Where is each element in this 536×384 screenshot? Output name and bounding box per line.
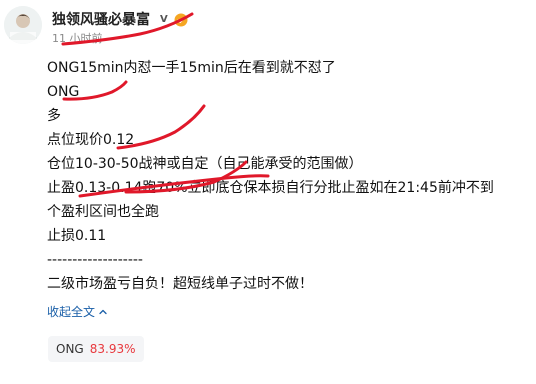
avatar-icon (4, 6, 42, 44)
ticker-tag[interactable]: ONG 83.93% (48, 336, 144, 362)
ticker-symbol: ONG (56, 342, 84, 356)
post-line: ONG15min内怼一手15min后在看到就不怼了 (47, 60, 336, 76)
avatar[interactable] (4, 6, 42, 44)
ticker-change: 83.93% (89, 342, 136, 356)
post-line: 多 (47, 108, 61, 124)
verified-badge-icon (174, 12, 188, 27)
post-card: 独领风骚必暴富 V 11 小时前 ONG15min内怼一手15min后在看到就不… (0, 0, 536, 384)
post-line: 止盈0.13-0.14跑70%立即底仓保本损自行分批止盈如在21:45前冲不到 (47, 180, 494, 196)
post-line: 个盈利区间也全跑 (47, 204, 159, 220)
post-line: 二级市场盈亏自负！超短线单子过时不做！ (47, 276, 313, 292)
post-line: 仓位10-30-50战神或自定（自己能承受的范围做） (47, 156, 363, 172)
post-line: ONG (47, 84, 80, 100)
author-name[interactable]: 独领风骚必暴富 (52, 9, 150, 29)
post-line: ------------------- (47, 252, 143, 268)
level-badge: V (160, 13, 168, 25)
timestamp: 11 小时前 (52, 32, 103, 45)
collapse-button[interactable]: 收起全文 (47, 303, 108, 320)
post-line: 点位现价0.12 (47, 132, 135, 148)
author-row: 独领风骚必暴富 V (52, 9, 188, 29)
chevron-up-icon (99, 309, 107, 314)
collapse-label: 收起全文 (47, 305, 96, 319)
post-line: 止损0.11 (47, 228, 107, 244)
post-content: ONG15min内怼一手15min后在看到就不怼了 ONG 多 点位现价0.12… (47, 56, 536, 296)
